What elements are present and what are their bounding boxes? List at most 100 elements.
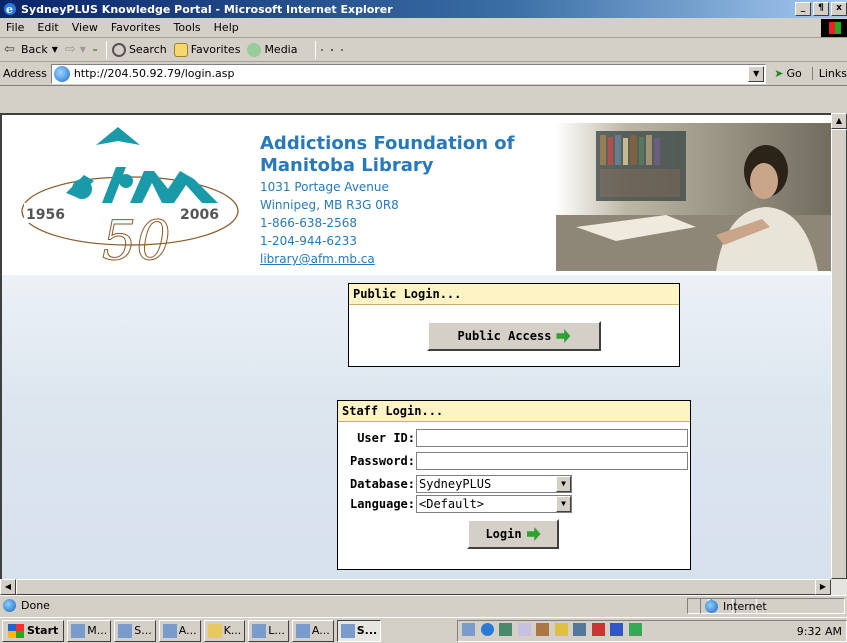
taskbar-item[interactable]: A... — [291, 619, 334, 642]
vertical-scroll-thumb[interactable] — [831, 129, 847, 579]
taskbar-item-label: S... — [356, 624, 378, 637]
address-label: Address — [3, 67, 47, 80]
restore-button[interactable]: ¶ — [813, 2, 829, 16]
horizontal-scroll-thumb[interactable] — [16, 579, 816, 595]
document-icon — [295, 623, 310, 638]
taskbar-item[interactable]: L... — [248, 619, 289, 642]
window-title: SydneyPLUS Knowledge Portal - Microsoft … — [21, 2, 393, 16]
vertical-scrollbar[interactable]: ▲ — [831, 113, 847, 579]
password-label: Password: — [349, 454, 415, 468]
start-label: Start — [27, 624, 59, 637]
taskbar-item[interactable]: K... — [203, 619, 246, 642]
database-value: SydneyPLUS — [419, 477, 492, 491]
chevron-down-icon[interactable]: ▼ — [556, 496, 571, 512]
login-button[interactable]: Login — [467, 519, 559, 549]
tray-icon[interactable] — [573, 623, 586, 636]
menu-file[interactable]: File — [6, 21, 24, 34]
menu-bar: File Edit View Favorites Tools Help — [0, 18, 847, 38]
minimize-button[interactable]: _ — [795, 2, 811, 16]
app-icon — [118, 623, 133, 638]
public-access-label: Public Access — [457, 329, 552, 343]
search-icon — [111, 42, 126, 57]
taskbar-item[interactable]: S... — [114, 619, 156, 642]
database-select[interactable]: SydneyPLUS ▼ — [416, 475, 572, 493]
menu-edit[interactable]: Edit — [37, 21, 58, 34]
tray-icon[interactable] — [628, 623, 642, 636]
login-label: Login — [485, 527, 522, 541]
menu-favorites[interactable]: Favorites — [111, 21, 161, 34]
mail-icon[interactable] — [321, 48, 324, 51]
go-arrow-icon: ➤ — [774, 67, 784, 80]
search-button[interactable]: Search — [111, 42, 167, 57]
library-reader-photo — [556, 123, 831, 271]
menu-view[interactable]: View — [72, 21, 98, 34]
taskbar-item-label: A... — [311, 624, 330, 637]
back-button[interactable]: ⇦ Back ▼ — [4, 43, 58, 57]
window-title-bar[interactable]: e SydneyPLUS Knowledge Portal - Microsof… — [0, 0, 847, 18]
email-link[interactable]: library@afm.mb.ca — [260, 251, 515, 267]
media-button[interactable]: Media — [247, 42, 298, 57]
print-icon[interactable] — [331, 48, 334, 51]
clock[interactable]: 9:32 AM — [797, 625, 842, 638]
toolbar-separator — [105, 40, 107, 59]
menu-help[interactable]: Help — [214, 21, 239, 34]
edit-icon[interactable] — [341, 48, 344, 51]
chevron-down-icon[interactable]: ▼ — [556, 476, 571, 492]
quick-launch-icon[interactable] — [462, 623, 475, 636]
org-street: 1031 Portage Avenue — [260, 180, 389, 194]
org-city: Winnipeg, MB R3G 0R8 — [260, 198, 399, 212]
windows-taskbar: Start M... S... A... K... L... A... S...… — [0, 617, 847, 643]
taskbar-item-active[interactable]: S... — [336, 619, 382, 642]
language-select[interactable]: <Default> ▼ — [416, 495, 572, 513]
quick-launch-icon[interactable] — [517, 623, 531, 636]
green-arrow-icon — [556, 329, 571, 343]
scroll-up-button[interactable]: ▲ — [831, 113, 847, 129]
org-phone1: 1-866-638-2568 — [260, 216, 357, 230]
toolbar-separator — [315, 40, 317, 59]
favorites-icon — [173, 42, 188, 57]
start-button[interactable]: Start — [2, 619, 65, 642]
logo-anniversary: 50 — [102, 209, 171, 271]
quick-launch-icon[interactable] — [499, 623, 512, 636]
user-id-row: User ID: — [338, 429, 688, 447]
menu-tools[interactable]: Tools — [174, 21, 201, 34]
links-button[interactable]: Links — [811, 67, 847, 80]
logo-year-end: 2006 — [180, 207, 219, 223]
zone-label: Internet — [723, 599, 767, 613]
back-label: Back — [21, 43, 48, 56]
taskbar-item-label: S... — [134, 624, 152, 637]
tray-icon[interactable] — [591, 623, 605, 636]
organization-info: Addictions Foundation of Manitoba Librar… — [260, 133, 515, 267]
folder-icon — [207, 623, 222, 638]
tray-icon[interactable] — [610, 623, 623, 636]
public-login-header: Public Login... — [349, 284, 679, 305]
favorites-button[interactable]: Favorites — [173, 42, 240, 57]
scroll-left-button[interactable]: ◀ — [0, 579, 16, 595]
go-button[interactable]: ➤ Go — [774, 67, 801, 80]
scroll-right-button[interactable]: ▶ — [815, 579, 831, 595]
quick-launch-icon[interactable] — [480, 623, 494, 636]
media-label: Media — [264, 43, 298, 56]
windows-logo-throbber — [821, 19, 847, 37]
forward-button[interactable]: ⇨ ▼ — [65, 42, 86, 57]
address-input[interactable]: http://204.50.92.79/login.asp ▼ — [50, 63, 767, 84]
security-zone: Internet — [700, 598, 845, 614]
password-input[interactable] — [416, 452, 688, 470]
taskbar-item[interactable]: M... — [67, 619, 112, 642]
taskbar-item[interactable]: A... — [158, 619, 201, 642]
tray-icon[interactable] — [536, 623, 549, 636]
database-label: Database: — [349, 477, 415, 491]
user-id-input[interactable] — [416, 429, 688, 447]
address-url: http://204.50.92.79/login.asp — [73, 67, 235, 80]
horizontal-scrollbar[interactable]: ◀ ▶ — [0, 579, 847, 595]
back-arrow-icon: ⇦ — [4, 41, 15, 57]
address-bar: Address http://204.50.92.79/login.asp ▼ … — [0, 62, 847, 86]
taskbar-item-label: K... — [223, 624, 242, 637]
public-access-button[interactable]: Public Access — [427, 321, 601, 351]
chevron-down-icon[interactable]: ▼ — [748, 65, 765, 82]
logo-year-start: 1956 — [26, 207, 65, 223]
tray-icon[interactable] — [554, 623, 568, 636]
page-viewport: 1956 2006 50 Addictions Foundation of Ma… — [0, 113, 831, 579]
home-icon[interactable] — [94, 48, 97, 51]
close-button[interactable]: x — [831, 2, 847, 16]
